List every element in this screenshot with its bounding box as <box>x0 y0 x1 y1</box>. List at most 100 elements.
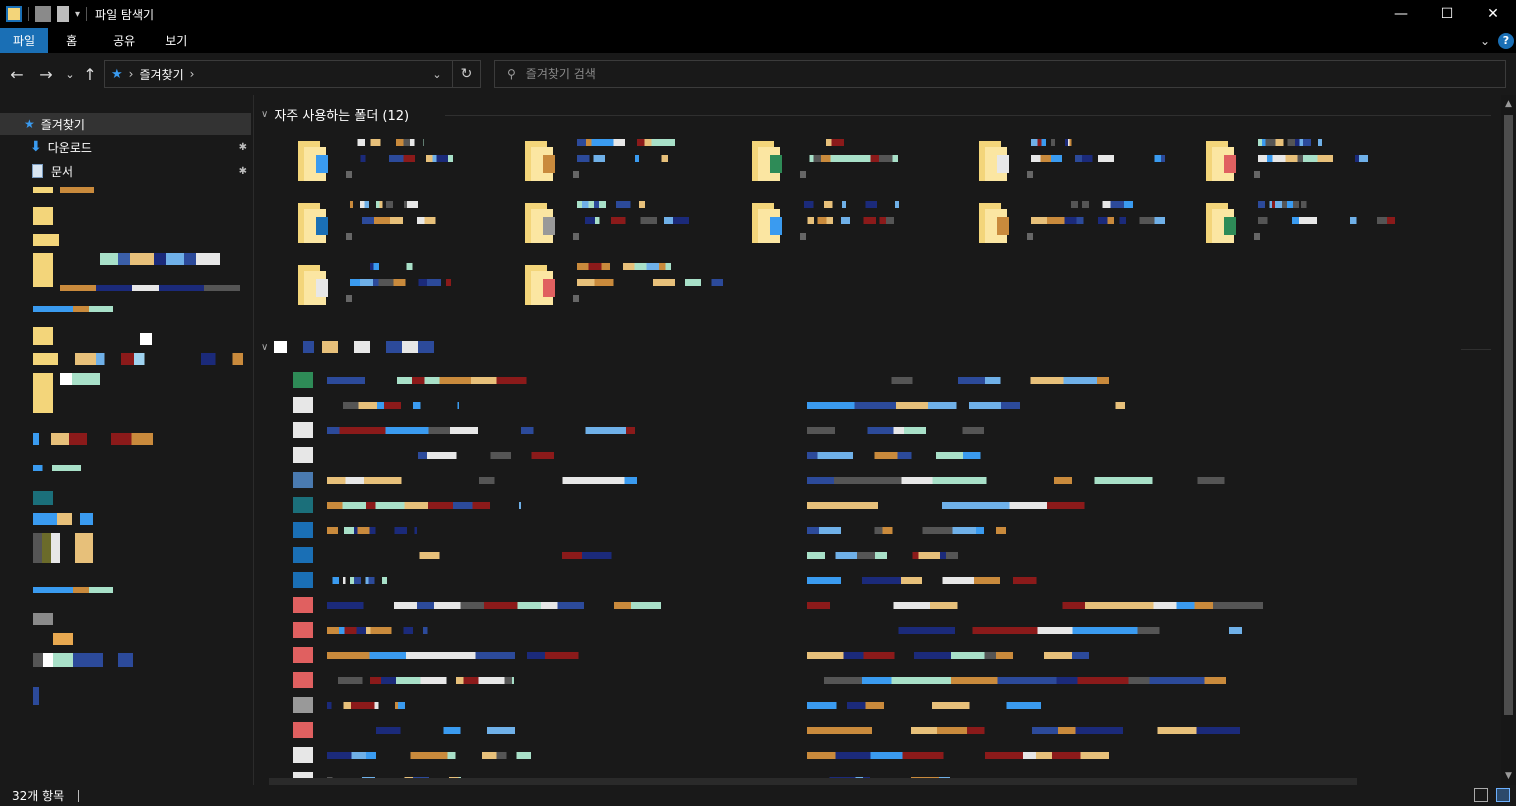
chevron-down-icon[interactable]: ∨ <box>261 342 268 353</box>
list-item[interactable] <box>281 720 1271 740</box>
folder-tile[interactable] <box>1188 195 1410 249</box>
list-item[interactable] <box>281 695 1271 715</box>
window-title: 파일 탐색기 <box>95 7 155 22</box>
details-view-button[interactable] <box>1474 788 1488 802</box>
folder-icon <box>979 141 1009 181</box>
redacted-file-name <box>327 702 405 709</box>
recent-locations-button[interactable]: ⌄ <box>60 63 80 85</box>
folder-icon <box>525 265 555 305</box>
redacted-file-name <box>327 452 554 459</box>
redacted-folder-name <box>1258 201 1308 208</box>
up-button[interactable]: ↑ <box>80 63 100 85</box>
list-item[interactable] <box>281 570 1271 590</box>
file-icon <box>293 722 313 738</box>
frequent-folders-header[interactable]: ∨ 자주 사용하는 폴더 (12) <box>261 105 409 124</box>
list-item[interactable] <box>281 670 1271 690</box>
redacted-folder-name <box>350 263 414 270</box>
folder-tile[interactable] <box>280 133 502 187</box>
list-item[interactable] <box>281 420 1271 440</box>
group-divider <box>1461 349 1491 350</box>
pin-icon[interactable]: ✱ <box>239 142 247 153</box>
folder-tile[interactable] <box>734 133 956 187</box>
refresh-button[interactable]: ↻ <box>452 61 480 87</box>
window-controls: — ☐ ✕ <box>1378 0 1516 28</box>
folder-tile[interactable] <box>1188 133 1410 187</box>
redacted-label <box>33 587 113 593</box>
maximize-button[interactable]: ☐ <box>1424 0 1470 28</box>
pin-icon <box>800 233 806 240</box>
navigation-pane[interactable]: ★ 즐겨찾기 ⬇ 다운로드 ✱ 문서 ✱ <box>0 95 254 785</box>
tiles-view-button[interactable] <box>1496 788 1510 802</box>
tab-view[interactable]: 보기 <box>147 28 205 53</box>
tab-home[interactable]: 홈 <box>48 28 95 53</box>
list-item[interactable] <box>281 370 1271 390</box>
ribbon-right: ⌄ ? <box>1480 28 1516 53</box>
file-icon <box>293 422 313 438</box>
folder-tile[interactable] <box>734 195 956 249</box>
properties-icon[interactable] <box>35 6 51 22</box>
redacted-folder-name <box>804 201 899 208</box>
close-button[interactable]: ✕ <box>1470 0 1516 28</box>
minimize-button[interactable]: — <box>1378 0 1424 28</box>
pin-icon <box>1027 171 1033 178</box>
nav-item-downloads[interactable]: ⬇ 다운로드 ✱ <box>0 136 251 158</box>
help-button[interactable]: ? <box>1498 32 1514 49</box>
folder-icon <box>33 373 53 413</box>
folder-tile[interactable] <box>280 195 502 249</box>
list-item[interactable] <box>281 545 1271 565</box>
redacted-folder-path <box>1031 155 1165 162</box>
redacted-label <box>60 373 100 385</box>
list-item[interactable] <box>281 645 1271 665</box>
folder-tile[interactable] <box>507 195 729 249</box>
vertical-scrollbar[interactable]: ▲ ▼ <box>1501 95 1516 785</box>
content-pane[interactable]: ∨ 자주 사용하는 폴더 (12) ∨ <box>255 95 1501 785</box>
chevron-down-icon[interactable]: ∨ <box>261 109 268 120</box>
nav-item-documents[interactable]: 문서 ✱ <box>0 160 251 182</box>
list-item[interactable] <box>281 395 1271 415</box>
customize-toolbar-icon[interactable]: ▾ <box>75 9 80 20</box>
search-input[interactable] <box>525 67 1426 81</box>
address-dropdown-button[interactable]: ⌄ <box>422 68 452 81</box>
title-bar: ▾ 파일 탐색기 — ☐ ✕ <box>0 0 1516 28</box>
folder-icon <box>1206 203 1236 243</box>
group-title: 자주 사용하는 폴더 (12) <box>274 109 410 124</box>
redacted-folder-path <box>350 155 453 162</box>
folder-tile[interactable] <box>507 133 729 187</box>
folder-tile[interactable] <box>961 195 1183 249</box>
redacted-label <box>60 187 94 193</box>
horizontal-scrollbar[interactable] <box>269 778 1357 785</box>
scroll-down-arrow[interactable]: ▼ <box>1501 771 1516 781</box>
scroll-up-arrow[interactable]: ▲ <box>1501 99 1516 109</box>
tab-file[interactable]: 파일 <box>0 28 49 53</box>
list-item[interactable] <box>281 445 1271 465</box>
file-icon <box>293 747 313 763</box>
list-item[interactable] <box>281 620 1271 640</box>
list-item[interactable] <box>281 470 1271 490</box>
pin-icon[interactable]: ✱ <box>239 166 247 177</box>
breadcrumb-separator[interactable]: › <box>129 67 134 81</box>
file-explorer-icon[interactable] <box>6 6 22 22</box>
tab-share[interactable]: 공유 <box>95 28 147 53</box>
recent-files-header[interactable]: ∨ <box>261 341 435 353</box>
breadcrumb-favorites[interactable]: 즐겨찾기 <box>139 66 183 83</box>
list-item[interactable] <box>281 495 1271 515</box>
list-item[interactable] <box>281 745 1271 765</box>
folder-tile[interactable] <box>961 133 1183 187</box>
file-icon <box>293 622 313 638</box>
chevron-down-icon[interactable]: ⌄ <box>1480 34 1490 48</box>
list-item[interactable] <box>281 520 1271 540</box>
redacted-file-name <box>327 652 630 659</box>
folder-tile[interactable] <box>507 257 729 311</box>
address-bar[interactable]: ★ › 즐겨찾기 › ⌄ ↻ <box>104 60 481 88</box>
list-item[interactable] <box>281 595 1271 615</box>
search-box[interactable]: ⚲ <box>494 60 1506 88</box>
file-icon <box>293 597 313 613</box>
nav-item-favorites[interactable]: ★ 즐겨찾기 <box>0 113 251 135</box>
download-icon: ⬇ <box>30 139 42 155</box>
scroll-thumb[interactable] <box>1504 115 1513 715</box>
folder-tile[interactable] <box>280 257 502 311</box>
forward-button[interactable]: → <box>36 63 56 85</box>
breadcrumb-separator[interactable]: › <box>190 67 195 81</box>
back-button[interactable]: ← <box>7 63 27 85</box>
new-folder-icon[interactable] <box>57 6 69 22</box>
